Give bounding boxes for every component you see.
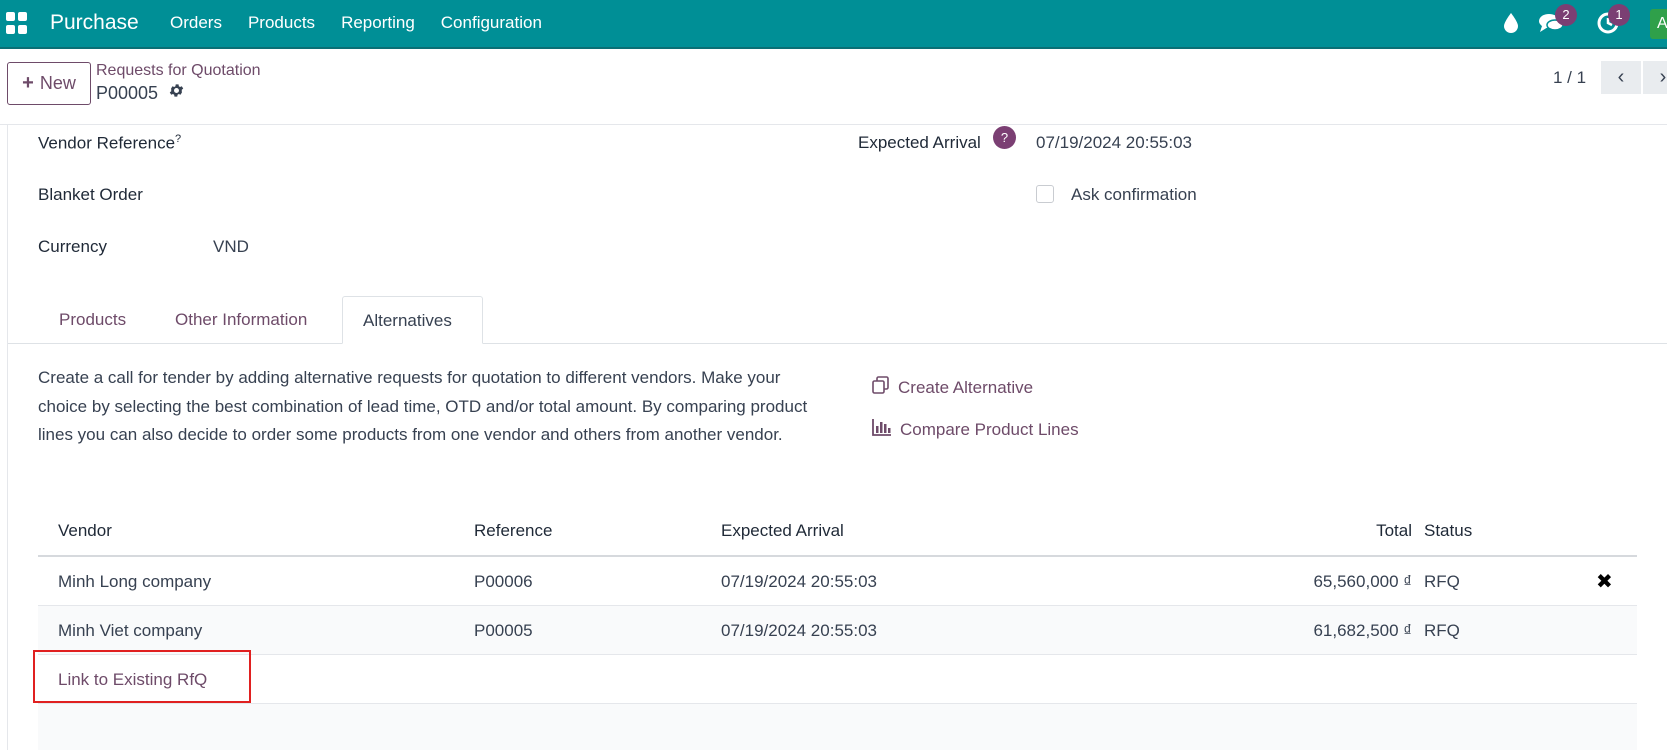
menu-orders[interactable]: Orders — [170, 13, 222, 33]
pager-previous-button[interactable]: ‹ — [1601, 61, 1641, 94]
column-reference[interactable]: Reference — [474, 521, 552, 541]
form-sheet-left-border — [7, 124, 8, 750]
gear-icon[interactable] — [168, 82, 185, 104]
record-name: P00005 — [96, 82, 159, 103]
pager-value[interactable]: 1 / 1 — [1553, 68, 1586, 88]
breadcrumb-rfq[interactable]: Requests for Quotation — [96, 62, 261, 80]
tab-products[interactable]: Products — [39, 296, 146, 344]
tab-alternatives[interactable]: Alternatives — [342, 296, 483, 344]
currency-label: Currency — [38, 237, 107, 256]
create-alternative-label: Create Alternative — [898, 377, 1034, 397]
chevron-left-icon: ‹ — [1617, 66, 1625, 88]
bar-chart-icon — [872, 418, 892, 441]
row-status: RFQ — [1424, 572, 1460, 591]
menu-reporting[interactable]: Reporting — [341, 13, 415, 33]
expected-arrival-value[interactable]: 07/19/2024 20:55:03 — [1036, 133, 1192, 153]
form-sheet-border — [0, 124, 1667, 125]
blanket-order-label: Blanket Order — [38, 185, 143, 204]
row-expected-arrival: 07/19/2024 20:55:03 — [721, 621, 877, 640]
apps-menu-icon[interactable] — [6, 12, 28, 34]
user-avatar[interactable]: A — [1650, 9, 1667, 39]
table-row[interactable]: Minh Long company P00006 07/19/2024 20:5… — [38, 557, 1637, 606]
record-title: P00005 — [96, 82, 185, 104]
droplet-icon[interactable] — [1503, 12, 1519, 40]
column-status[interactable]: Status — [1424, 521, 1472, 541]
new-button-label: New — [39, 73, 76, 93]
row-vendor: Minh Viet company — [58, 621, 203, 640]
expected-arrival-label: Expected Arrival — [858, 133, 981, 152]
help-icon[interactable]: ? — [993, 126, 1016, 149]
row-status: RFQ — [1424, 621, 1460, 640]
copy-icon — [872, 376, 890, 399]
chevron-right-icon: › — [1659, 66, 1667, 88]
row-total: 61,682,500 ₫ — [1313, 621, 1412, 640]
table-empty-area — [38, 704, 1637, 750]
plus-icon: + — [22, 72, 34, 94]
app-name[interactable]: Purchase — [50, 11, 139, 35]
pager-next-button[interactable]: › — [1643, 61, 1667, 94]
link-existing-row: Link to Existing RfQ — [38, 655, 1637, 704]
row-reference: P00006 — [474, 572, 533, 591]
messages-badge: 2 — [1555, 4, 1577, 26]
new-button[interactable]: + New — [7, 62, 91, 105]
top-navbar: Purchase Orders Products Reporting Confi… — [0, 0, 1667, 49]
delete-row-icon[interactable]: ✖ — [1596, 569, 1613, 594]
table-row[interactable]: Minh Viet company P00005 07/19/2024 20:5… — [38, 606, 1637, 655]
compare-product-lines-label: Compare Product Lines — [900, 419, 1079, 439]
activities-badge: 1 — [1608, 4, 1630, 26]
vendor-reference-label-text: Vendor Reference — [38, 133, 176, 153]
row-vendor: Minh Long company — [58, 572, 212, 591]
highlight-box — [33, 650, 251, 703]
column-vendor[interactable]: Vendor — [58, 521, 112, 541]
row-reference: P00005 — [474, 621, 533, 640]
ask-confirmation-checkbox[interactable] — [1036, 185, 1054, 203]
vendor-reference-label: Vendor Reference? — [38, 133, 181, 154]
row-expected-arrival: 07/19/2024 20:55:03 — [721, 572, 877, 591]
menu-products[interactable]: Products — [248, 13, 315, 33]
alternatives-description: Create a call for tender by adding alter… — [38, 368, 808, 444]
tab-other-information[interactable]: Other Information — [155, 296, 327, 344]
menu-configuration[interactable]: Configuration — [441, 13, 542, 33]
column-total[interactable]: Total — [1300, 521, 1412, 541]
main-menu: Orders Products Reporting Configuration — [170, 13, 568, 33]
currency-value[interactable]: VND — [213, 237, 249, 257]
row-total: 65,560,000 ₫ — [1313, 572, 1412, 591]
create-alternative-button[interactable]: Create Alternative — [872, 376, 1033, 399]
column-expected-arrival[interactable]: Expected Arrival — [721, 521, 844, 541]
compare-product-lines-button[interactable]: Compare Product Lines — [872, 418, 1079, 441]
vendor-reference-help[interactable]: ? — [175, 133, 181, 145]
ask-confirmation-label: Ask confirmation — [1071, 185, 1197, 204]
